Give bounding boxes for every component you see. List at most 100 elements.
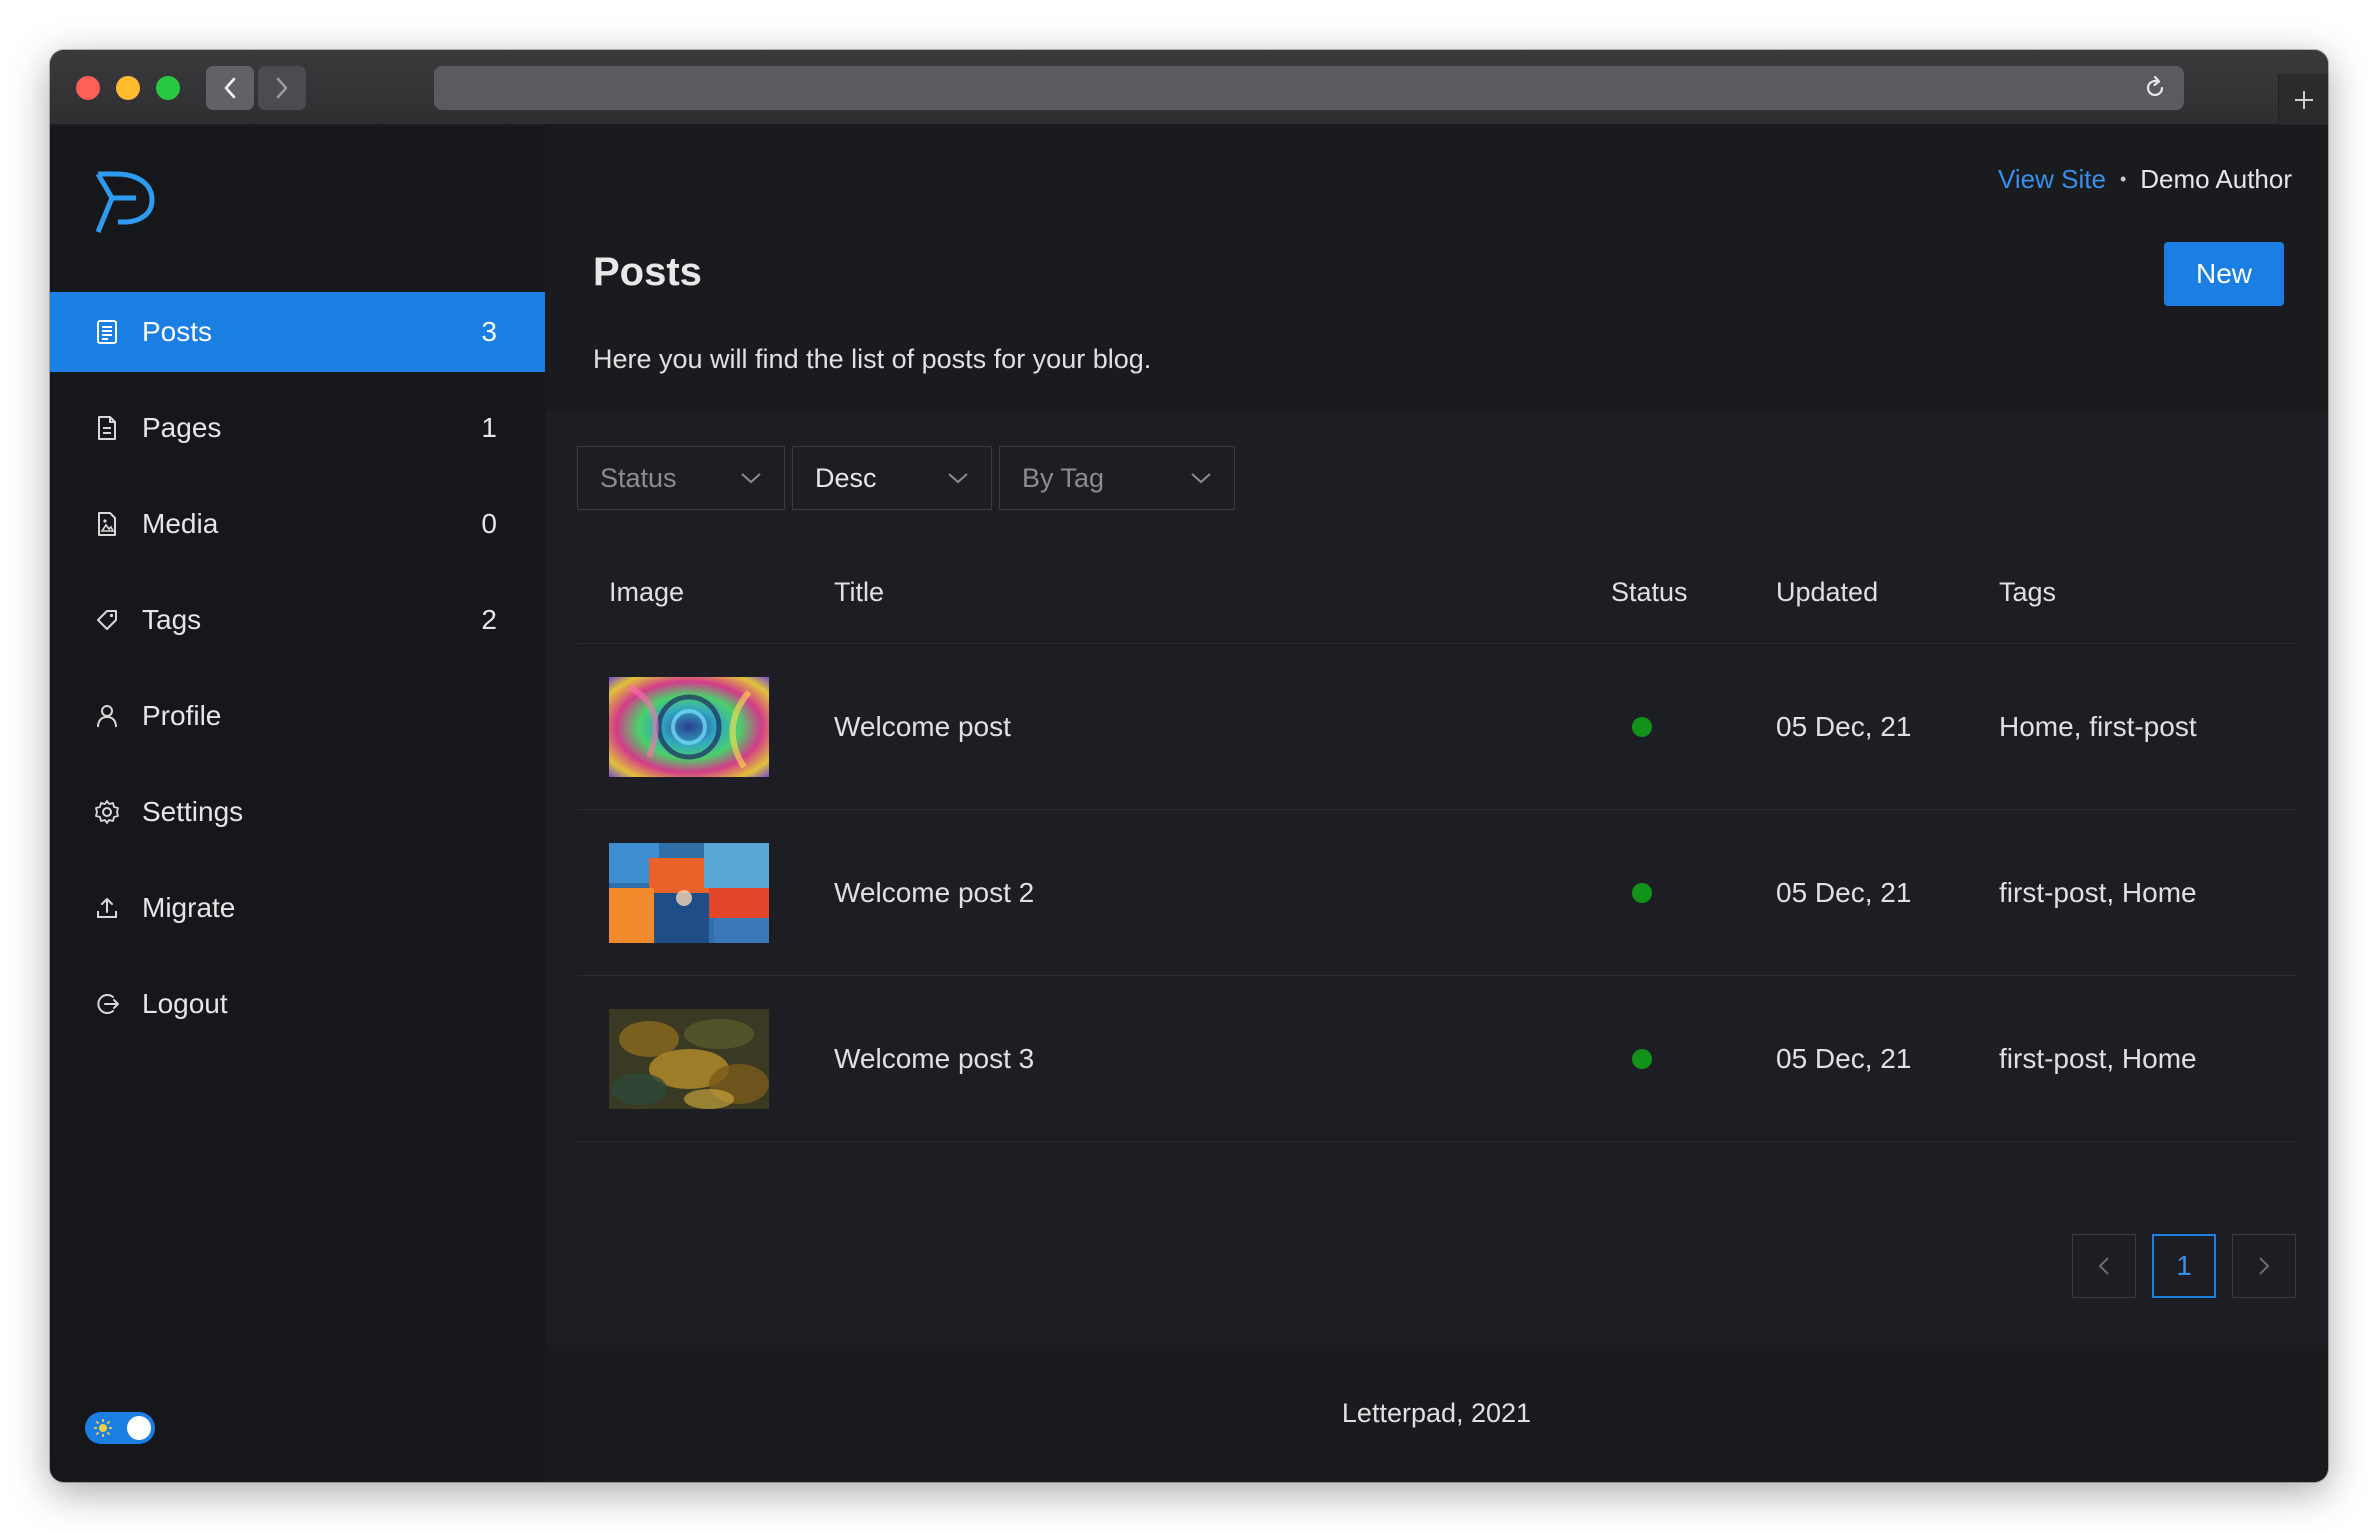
sidebar-item-label: Tags: [142, 604, 202, 635]
updated-date: 05 Dec, 21: [1776, 876, 1912, 908]
author-name[interactable]: Demo Author: [2140, 164, 2292, 195]
sidebar-item-label: Pages: [142, 412, 222, 443]
column-header-updated[interactable]: Updated: [1776, 577, 1999, 608]
column-header-tags[interactable]: Tags: [1999, 577, 2296, 608]
sidebar-item-count: 2: [481, 604, 497, 635]
pagination-next-button[interactable]: [2232, 1234, 2296, 1298]
posts-icon: [94, 319, 120, 345]
main-content: View Site • Demo Author Posts New Here y…: [545, 126, 2328, 1482]
status-filter-select[interactable]: Status: [577, 446, 785, 510]
tag-filter-select[interactable]: By Tag: [999, 446, 1235, 510]
post-tags: first-post, Home: [1999, 1042, 2197, 1074]
theme-toggle[interactable]: [85, 1412, 155, 1444]
chevron-right-icon: [2259, 1257, 2270, 1275]
sidebar-item-label: Settings: [142, 796, 244, 827]
sidebar-item-posts[interactable]: Posts 3: [50, 292, 545, 372]
column-header-image[interactable]: Image: [577, 577, 834, 608]
sidebar-item-settings[interactable]: Settings: [50, 772, 545, 852]
sidebar-item-label: Media: [142, 508, 219, 539]
view-site-link[interactable]: View Site: [1998, 164, 2106, 195]
close-window-button[interactable]: [76, 76, 100, 100]
page-icon: [94, 415, 120, 441]
new-post-button[interactable]: New: [2164, 242, 2284, 306]
table-row[interactable]: Welcome post 05 Dec, 21 Home, first-post: [577, 644, 2296, 810]
sidebar: Posts 3 Pages 1 Media 0 Tags 2 Profile S…: [50, 126, 545, 1482]
page-title: Posts: [593, 250, 702, 294]
post-title[interactable]: Welcome post: [834, 711, 1611, 743]
chevron-left-icon: [2098, 1257, 2109, 1275]
browser-titlebar: [50, 50, 2328, 125]
maximize-window-button[interactable]: [156, 76, 180, 100]
browser-forward-button[interactable]: [258, 66, 306, 110]
upload-icon: [94, 895, 120, 921]
header-links: View Site • Demo Author: [1998, 164, 2292, 195]
browser-window: Posts 3 Pages 1 Media 0 Tags 2 Profile S…: [50, 50, 2328, 1482]
sidebar-item-profile[interactable]: Profile: [50, 676, 545, 756]
sidebar-item-pages[interactable]: Pages 1: [50, 388, 545, 468]
pagination: 1: [2072, 1234, 2296, 1298]
cover-cell: [577, 676, 834, 777]
new-tab-button[interactable]: [2278, 74, 2328, 125]
gear-icon: [94, 799, 120, 825]
posts-table: Image Title Status Updated Tags Welcome …: [577, 542, 2296, 1142]
chevron-right-icon: [276, 77, 288, 99]
status-published-indicator: [1632, 716, 1652, 737]
post-title[interactable]: Welcome post 2: [834, 877, 1611, 909]
sidebar-item-migrate[interactable]: Migrate: [50, 868, 545, 948]
toggle-knob: [127, 1416, 151, 1440]
tag-icon: [94, 607, 120, 633]
cover-cell: [577, 842, 834, 943]
page-description: Here you will find the list of posts for…: [593, 344, 1152, 374]
chevron-down-icon: [948, 473, 968, 484]
post-cover-thumbnail[interactable]: [609, 842, 769, 943]
minimize-window-button[interactable]: [116, 76, 140, 100]
order-select[interactable]: Desc: [792, 446, 992, 510]
table-row[interactable]: Welcome post 3 05 Dec, 21 first-post, Ho…: [577, 976, 2296, 1142]
logout-icon: [94, 991, 120, 1017]
post-title[interactable]: Welcome post 3: [834, 1043, 1611, 1075]
chevron-left-icon: [224, 77, 236, 99]
order-select-value: Desc: [815, 462, 877, 493]
status-cell: [1611, 1048, 1776, 1069]
letterpad-logo-icon[interactable]: [94, 168, 156, 243]
browser-back-button[interactable]: [206, 66, 254, 110]
post-tags: first-post, Home: [1999, 876, 2197, 908]
post-tags: Home, first-post: [1999, 710, 2197, 742]
status-published-indicator: [1632, 1048, 1652, 1069]
sidebar-item-media[interactable]: Media 0: [50, 484, 545, 564]
post-cover-thumbnail[interactable]: [609, 1008, 769, 1109]
chevron-down-icon: [1191, 473, 1211, 484]
sidebar-item-label: Migrate: [142, 892, 236, 923]
table-header: Image Title Status Updated Tags: [577, 542, 2296, 644]
sidebar-item-count: 1: [481, 412, 497, 443]
sidebar-item-count: 3: [481, 316, 497, 347]
sidebar-item-tags[interactable]: Tags 2: [50, 580, 545, 660]
cover-cell: [577, 1008, 834, 1109]
status-cell: [1611, 882, 1776, 903]
updated-date: 05 Dec, 21: [1776, 1042, 1912, 1074]
pagination-prev-button[interactable]: [2072, 1234, 2136, 1298]
media-icon: [94, 511, 120, 537]
status-filter-value: Status: [600, 462, 677, 493]
sun-icon: [94, 1419, 112, 1437]
chevron-down-icon: [741, 473, 761, 484]
sidebar-item-count: 0: [481, 508, 497, 539]
footer-text: Letterpad, 2021: [1341, 1398, 1532, 1428]
column-header-status[interactable]: Status: [1611, 577, 1776, 608]
footer: Letterpad, 2021: [545, 1345, 2328, 1482]
sidebar-item-label: Logout: [142, 988, 228, 1019]
posts-panel: Status Desc By Tag Image Title Status Up…: [545, 412, 2328, 1345]
sidebar-item-label: Posts: [142, 316, 213, 347]
pagination-page-current[interactable]: 1: [2152, 1234, 2216, 1298]
tag-filter-value: By Tag: [1022, 462, 1105, 493]
table-row[interactable]: Welcome post 2 05 Dec, 21 first-post, Ho…: [577, 810, 2296, 976]
user-icon: [94, 703, 120, 729]
address-bar[interactable]: [434, 66, 2184, 110]
reload-icon[interactable]: [2142, 75, 2168, 101]
status-cell: [1611, 716, 1776, 737]
sidebar-item-label: Profile: [142, 700, 222, 731]
sidebar-item-logout[interactable]: Logout: [50, 964, 545, 1044]
post-cover-thumbnail[interactable]: [609, 676, 769, 777]
plus-icon: [2294, 90, 2313, 109]
column-header-title[interactable]: Title: [834, 577, 1611, 608]
